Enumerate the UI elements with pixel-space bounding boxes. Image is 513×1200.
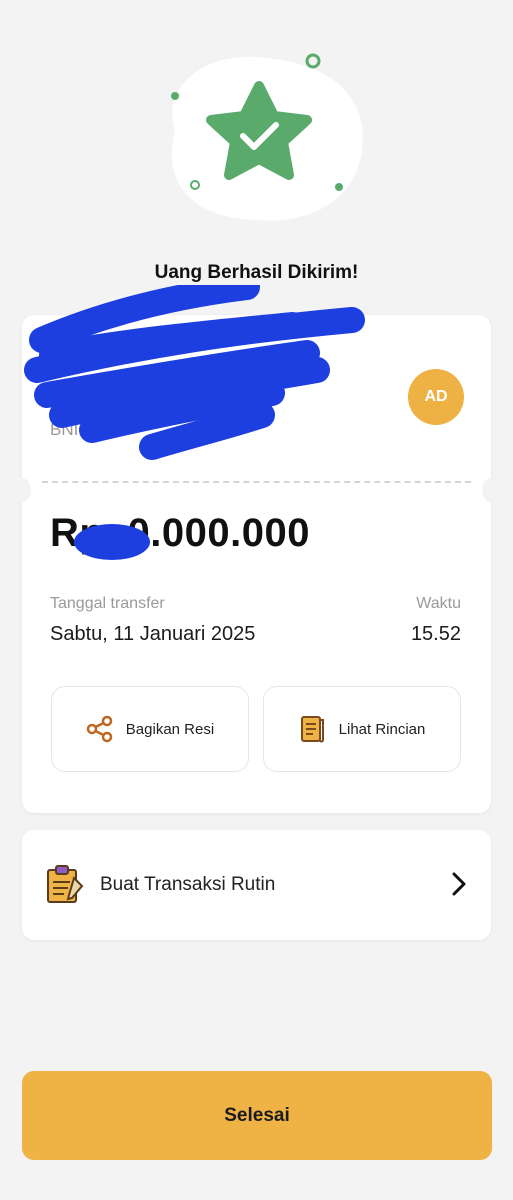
transfer-date-label: Tanggal transfer <box>50 595 165 612</box>
routine-transaction-label: Buat Transaksi Rutin <box>100 874 276 895</box>
redaction-scribble <box>24 285 365 460</box>
amount-redaction <box>74 524 150 560</box>
clipboard-icon <box>47 865 84 903</box>
view-details-button[interactable]: Lihat Rincian <box>263 686 461 772</box>
success-star-illustration <box>171 53 363 221</box>
ticket-divider <box>42 481 471 483</box>
done-button[interactable]: Selesai <box>22 1071 492 1160</box>
receipt-icon <box>300 716 324 743</box>
ticket-notch-right <box>482 478 500 502</box>
chevron-right-icon <box>452 872 466 896</box>
share-receipt-label: Bagikan Resi <box>125 720 215 738</box>
ticket-notch-left <box>13 478 31 502</box>
success-title: Uang Berhasil Dikirim! <box>154 262 359 283</box>
view-details-label: Lihat Rincian <box>338 720 426 738</box>
share-icon <box>86 715 113 743</box>
receipt-card: BNI AD Rp .0.000.000 Tanggal transfer Sa… <box>13 285 500 813</box>
create-routine-transaction[interactable]: Buat Transaksi Rutin <box>22 830 491 940</box>
transfer-time-label: Waktu <box>416 595 461 612</box>
share-receipt-button[interactable]: Bagikan Resi <box>51 686 249 772</box>
recipient-avatar: AD <box>408 369 464 425</box>
transfer-time-value: 15.52 <box>410 623 461 645</box>
transfer-date-value: Sabtu, 11 Januari 2025 <box>50 623 256 645</box>
